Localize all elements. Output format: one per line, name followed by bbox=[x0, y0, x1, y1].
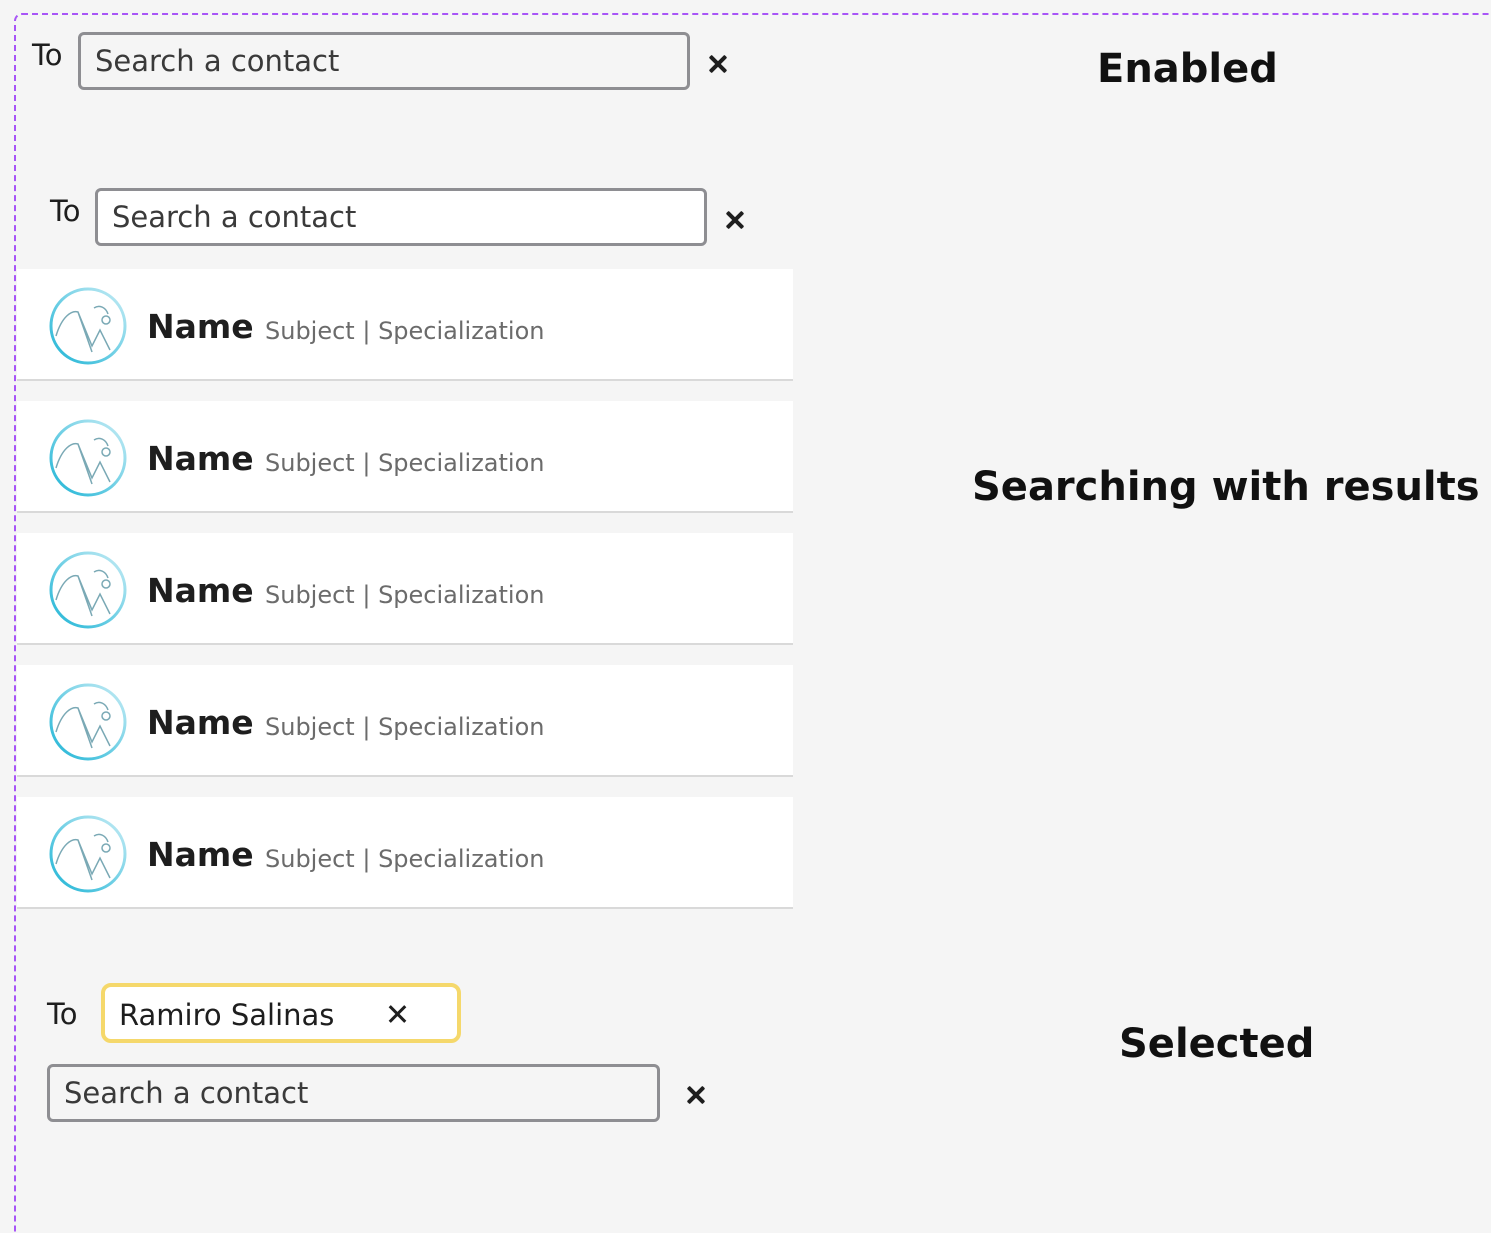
chip-label: Ramiro Salinas bbox=[119, 998, 335, 1032]
list-item[interactable]: Name Subject | Specialization bbox=[17, 797, 793, 909]
contact-subtitle: Subject | Specialization bbox=[265, 317, 545, 345]
state-label-searching: Searching with results bbox=[972, 464, 1480, 510]
list-item[interactable]: Name Subject | Specialization bbox=[17, 533, 793, 645]
to-label: To bbox=[47, 997, 78, 1031]
selected-contact-chip: Ramiro Salinas bbox=[101, 983, 461, 1043]
contact-name: Name bbox=[147, 307, 254, 346]
search-input[interactable] bbox=[95, 188, 707, 246]
close-icon[interactable] bbox=[684, 1083, 708, 1107]
list-item[interactable]: Name Subject | Specialization bbox=[17, 269, 793, 381]
remove-chip-icon[interactable] bbox=[387, 1003, 409, 1025]
search-results-list: Name Subject | Specialization Name Subje… bbox=[17, 269, 793, 929]
close-icon[interactable] bbox=[706, 52, 730, 76]
image-placeholder-icon bbox=[49, 815, 127, 893]
contact-subtitle: Subject | Specialization bbox=[265, 845, 545, 873]
contact-name: Name bbox=[147, 571, 254, 610]
contact-name: Name bbox=[147, 703, 254, 742]
image-placeholder-icon bbox=[49, 683, 127, 761]
contact-name: Name bbox=[147, 439, 254, 478]
search-input[interactable] bbox=[47, 1064, 660, 1122]
to-label: To bbox=[32, 38, 63, 72]
list-item[interactable]: Name Subject | Specialization bbox=[17, 665, 793, 777]
contact-subtitle: Subject | Specialization bbox=[265, 581, 545, 609]
contact-subtitle: Subject | Specialization bbox=[265, 713, 545, 741]
image-placeholder-icon bbox=[49, 287, 127, 365]
to-label: To bbox=[50, 194, 81, 228]
contact-name: Name bbox=[147, 835, 254, 874]
contact-subtitle: Subject | Specialization bbox=[265, 449, 545, 477]
state-label-enabled: Enabled bbox=[1097, 46, 1278, 92]
search-input[interactable] bbox=[78, 32, 690, 90]
list-item[interactable]: Name Subject | Specialization bbox=[17, 401, 793, 513]
state-label-selected: Selected bbox=[1119, 1021, 1315, 1067]
image-placeholder-icon bbox=[49, 419, 127, 497]
image-placeholder-icon bbox=[49, 551, 127, 629]
close-icon[interactable] bbox=[723, 208, 747, 232]
